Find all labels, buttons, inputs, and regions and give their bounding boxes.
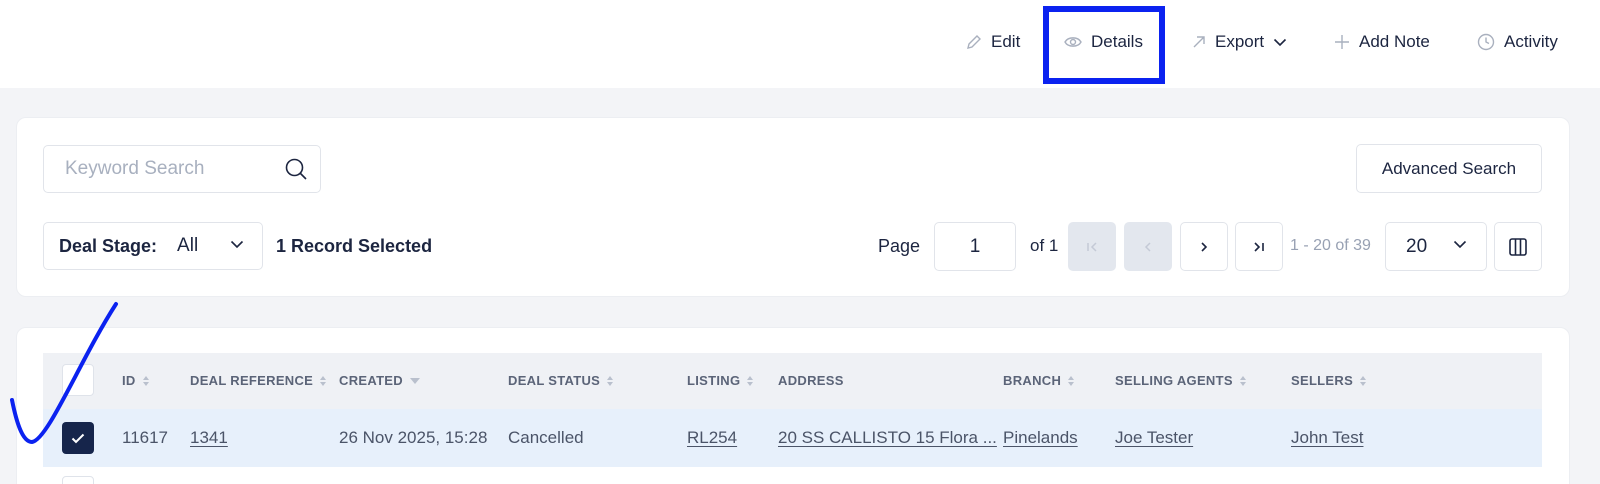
sort-icon bbox=[747, 375, 754, 386]
row-checkbox-checked[interactable] bbox=[62, 422, 94, 454]
edit-label: Edit bbox=[991, 32, 1021, 51]
column-header-label: CREATED bbox=[339, 373, 403, 388]
column-header-created[interactable]: CREATED bbox=[339, 373, 421, 388]
cell-deal-status: Cancelled bbox=[508, 428, 584, 447]
first-page-icon bbox=[1087, 241, 1097, 252]
cell-id: 11617 bbox=[122, 428, 169, 447]
page-total-label: of 1 bbox=[1030, 236, 1059, 255]
address-link[interactable]: 20 SS CALLISTO 15 Flora ... bbox=[778, 428, 997, 448]
keyword-search-field[interactable] bbox=[43, 145, 321, 193]
select-all-checkbox[interactable] bbox=[62, 364, 94, 396]
chevron-down-icon bbox=[1453, 240, 1467, 249]
row-checkbox[interactable] bbox=[62, 476, 94, 484]
column-header-label: SELLING AGENTS bbox=[1115, 373, 1233, 388]
column-header-id[interactable]: ID bbox=[122, 373, 150, 388]
advanced-search-button[interactable]: Advanced Search bbox=[1356, 144, 1542, 193]
sort-icon bbox=[142, 375, 149, 386]
selling-agent-link[interactable]: Joe Tester bbox=[1115, 428, 1193, 448]
sort-icon bbox=[1239, 375, 1246, 386]
filter-card bbox=[16, 117, 1570, 297]
pencil-icon bbox=[967, 35, 981, 49]
column-header-label: LISTING bbox=[687, 373, 741, 388]
plus-icon bbox=[1335, 35, 1349, 49]
sort-icon bbox=[320, 375, 327, 386]
column-header-label: DEAL STATUS bbox=[508, 373, 601, 388]
column-header-deal-status[interactable]: DEAL STATUS bbox=[508, 373, 614, 388]
top-toolbar: Edit Details Export Add Note Activity bbox=[0, 0, 1600, 88]
cell-created: 26 Nov 2025, 15:28 bbox=[339, 428, 488, 447]
arrow-up-right-icon bbox=[1193, 36, 1205, 48]
previous-page-button[interactable] bbox=[1124, 222, 1172, 271]
column-header-listing[interactable]: LISTING bbox=[687, 373, 754, 388]
checkmark-icon bbox=[71, 433, 85, 443]
deal-stage-select[interactable]: Deal Stage: All bbox=[43, 222, 263, 270]
column-header-label: ADDRESS bbox=[778, 373, 844, 388]
search-icon[interactable] bbox=[284, 157, 308, 181]
column-header-label: ID bbox=[122, 373, 136, 388]
page-size-value: 20 bbox=[1406, 235, 1428, 257]
deal-stage-value: All bbox=[177, 235, 199, 256]
chevron-down-icon bbox=[230, 240, 244, 249]
page-label: Page bbox=[878, 236, 921, 256]
selection-status: 1 Record Selected bbox=[276, 236, 433, 256]
export-button[interactable]: Export bbox=[1192, 22, 1287, 62]
column-header-label: DEAL REFERENCE bbox=[190, 373, 314, 388]
edit-button[interactable]: Edit bbox=[966, 22, 1020, 62]
activity-button[interactable]: Activity bbox=[1477, 22, 1558, 62]
chevron-left-icon bbox=[1144, 241, 1151, 252]
add-note-label: Add Note bbox=[1359, 32, 1430, 51]
listing-link[interactable]: RL254 bbox=[687, 428, 737, 448]
sort-descending-icon bbox=[409, 377, 420, 384]
columns-icon bbox=[1509, 237, 1527, 256]
column-header-sellers[interactable]: SELLERS bbox=[1291, 373, 1367, 388]
deal-reference-link[interactable]: 1341 bbox=[190, 428, 228, 448]
column-header-label: SELLERS bbox=[1291, 373, 1354, 388]
export-label: Export bbox=[1215, 32, 1265, 51]
column-header-address[interactable]: ADDRESS bbox=[778, 373, 844, 388]
page-size-select[interactable]: 20 bbox=[1385, 222, 1487, 271]
columns-toggle-button[interactable] bbox=[1494, 222, 1542, 271]
next-page-button[interactable] bbox=[1180, 222, 1228, 271]
seller-link[interactable]: John Test bbox=[1291, 428, 1363, 448]
sort-icon bbox=[1068, 375, 1075, 386]
search-input[interactable] bbox=[44, 146, 274, 192]
deal-stage-label: Deal Stage: bbox=[59, 235, 158, 256]
details-highlight-box bbox=[1043, 6, 1165, 84]
column-header-deal-reference[interactable]: DEAL REFERENCE bbox=[190, 373, 327, 388]
sort-icon bbox=[1360, 375, 1367, 386]
chevron-down-icon bbox=[1274, 38, 1287, 46]
record-range: 1 - 20 of 39 bbox=[1290, 237, 1371, 254]
branch-link[interactable]: Pinelands bbox=[1003, 428, 1078, 448]
activity-label: Activity bbox=[1504, 32, 1558, 51]
add-note-button[interactable]: Add Note bbox=[1334, 22, 1430, 62]
page-number-input[interactable]: 1 bbox=[934, 222, 1016, 271]
last-page-icon bbox=[1254, 241, 1264, 252]
clock-icon bbox=[1477, 33, 1495, 51]
first-page-button[interactable] bbox=[1068, 222, 1116, 271]
chevron-right-icon bbox=[1201, 241, 1208, 252]
column-header-label: BRANCH bbox=[1003, 373, 1062, 388]
sort-icon bbox=[607, 375, 614, 386]
column-header-selling-agents[interactable]: SELLING AGENTS bbox=[1115, 373, 1247, 388]
last-page-button[interactable] bbox=[1235, 222, 1283, 271]
column-header-branch[interactable]: BRANCH bbox=[1003, 373, 1075, 388]
